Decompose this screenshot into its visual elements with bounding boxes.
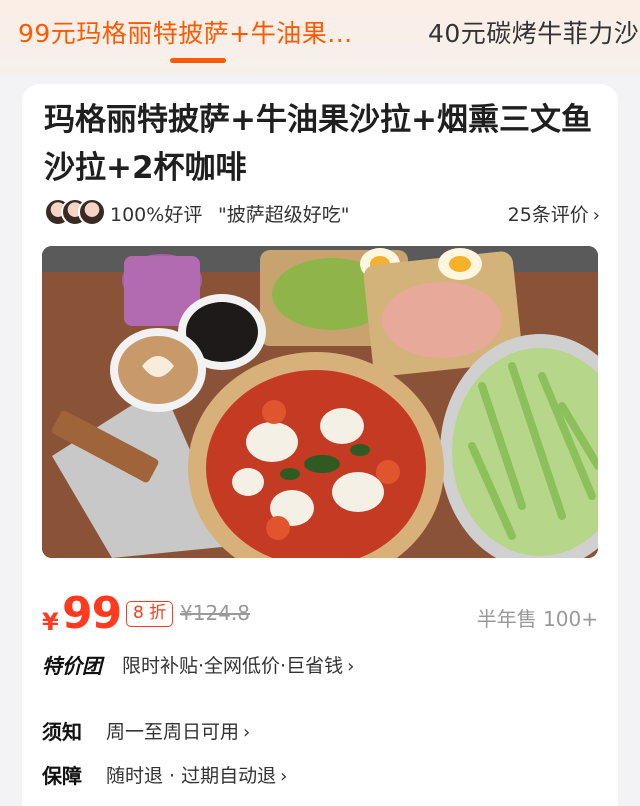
product-photo[interactable] [42, 246, 598, 558]
review-count: 25条评价 [507, 204, 589, 226]
price-amount: 99 [62, 588, 122, 639]
rating-text: 100%好评 [110, 204, 203, 226]
tab-bar: 99元玛格丽特披萨+牛油果... 40元碳烤牛菲力沙 [0, 0, 640, 76]
promo-text-wrap: 限时补贴·全网低价·巨省钱 › [122, 651, 354, 678]
reviewer-avatars [44, 198, 106, 226]
food-illustration [42, 246, 598, 558]
product-title: 玛格丽特披萨+牛油果沙拉+烟熏三文鱼沙拉+2杯咖啡 [44, 102, 592, 186]
price-currency: ¥ [42, 608, 59, 636]
notice-text-wrap: 周一至周日可用 › [106, 717, 250, 744]
price-row: ¥ 99 8 折 ¥124.8 半年售 100+ [42, 588, 598, 640]
avatar [78, 198, 106, 226]
guarantee-label: 保障 [42, 764, 82, 788]
active-tab-indicator [170, 58, 226, 63]
guarantee-text: 随时退 · 过期自动退 [106, 765, 277, 787]
chevron-right-icon: › [592, 205, 600, 226]
chevron-right-icon: › [243, 722, 251, 743]
promo-text: 限时补贴·全网低价·巨省钱 [122, 655, 344, 677]
guarantee-text-wrap: 随时退 · 过期自动退 › [106, 761, 287, 788]
promo-row[interactable]: 特价团 限时补贴·全网低价·巨省钱 › [42, 650, 598, 680]
notice-text: 周一至周日可用 [106, 721, 240, 743]
discount-badge: 8 折 [126, 601, 174, 627]
review-quote: "披萨超级好吃" [218, 204, 350, 226]
tab-steak-deal[interactable]: 40元碳烤牛菲力沙 [428, 14, 639, 50]
review-summary[interactable]: 100%好评 "披萨超级好吃" 25条评价 › [44, 198, 600, 228]
tab-margherita-deal[interactable]: 99元玛格丽特披萨+牛油果... [18, 14, 353, 50]
chevron-right-icon: › [280, 766, 288, 787]
original-price: ¥124.8 [180, 601, 250, 625]
notice-row[interactable]: 须知 周一至周日可用 › [42, 716, 598, 746]
sold-count: 半年售 100+ [476, 607, 598, 631]
chevron-right-icon: › [347, 656, 355, 677]
notice-label: 须知 [42, 720, 82, 744]
review-count-link[interactable]: 25条评价 › [508, 200, 600, 227]
guarantee-row[interactable]: 保障 随时退 · 过期自动退 › [42, 760, 598, 790]
promo-brand-logo: 特价团 [42, 654, 102, 678]
